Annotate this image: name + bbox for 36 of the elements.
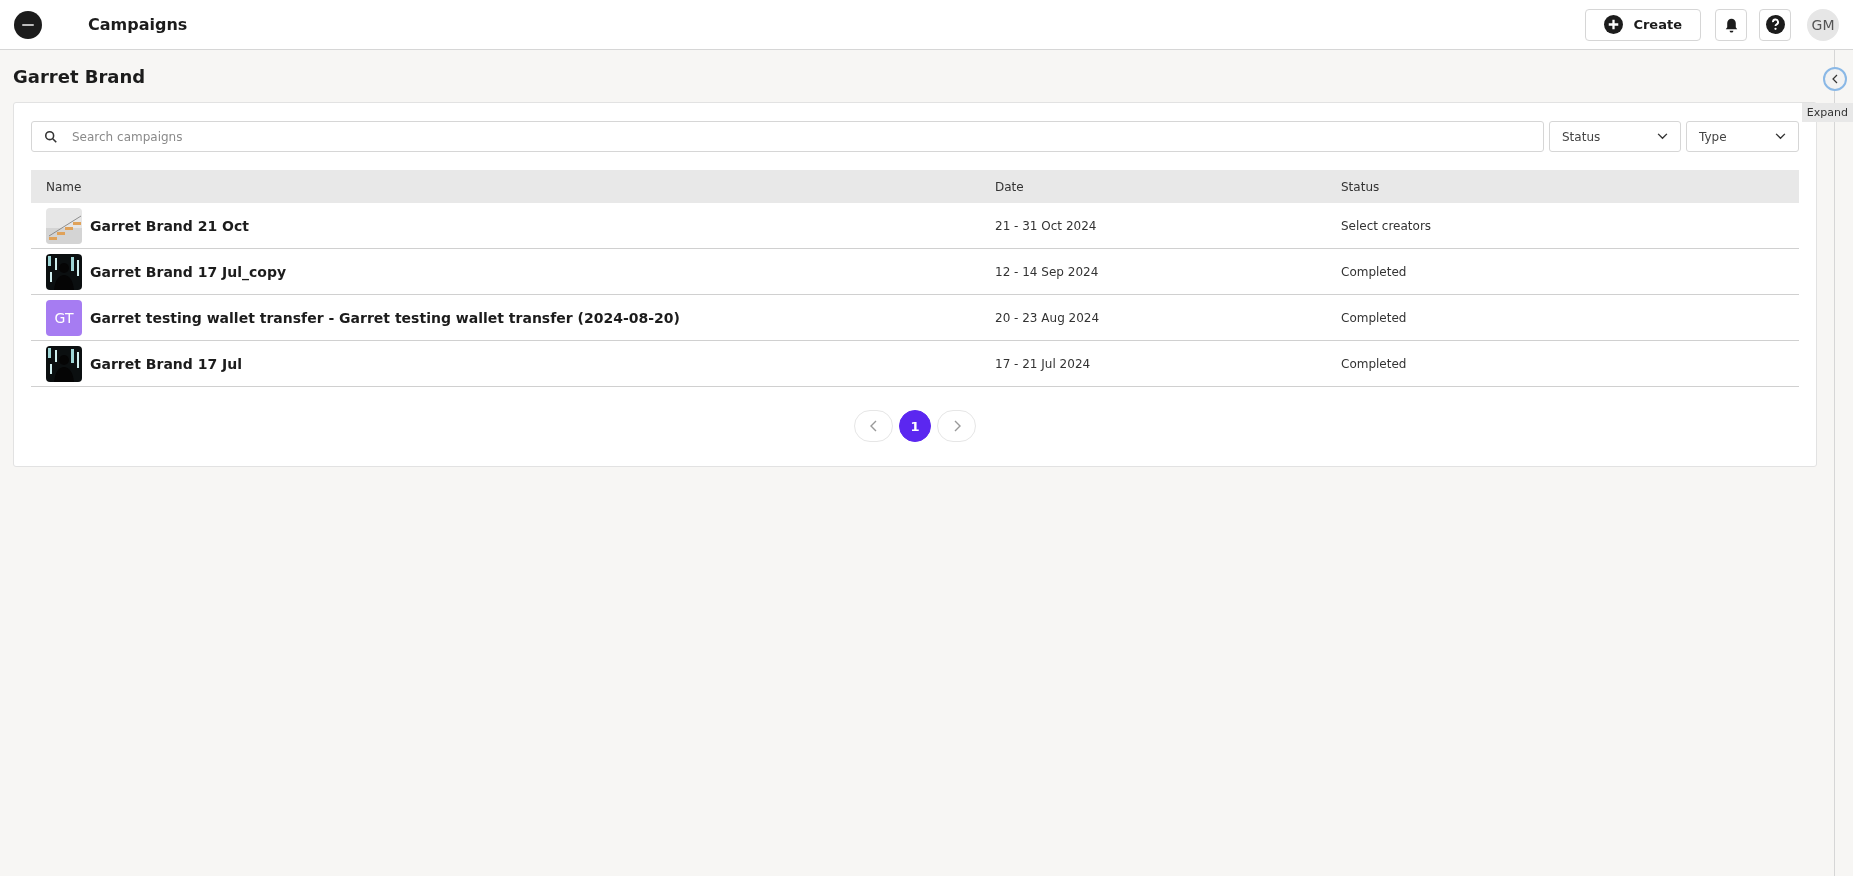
campaign-date: 21 - 31 Oct 2024 [995,218,1097,233]
campaign-name[interactable]: Garret Brand 21 Oct [90,217,249,234]
chevron-left-icon [1832,74,1838,84]
campaign-status: Completed [1341,356,1407,371]
search-icon [44,130,58,144]
plus-icon [1604,15,1624,34]
filter-dropdown[interactable]: Status [1549,121,1681,152]
help-icon [1765,15,1785,34]
filter-dropdown[interactable]: Type [1686,121,1799,152]
campaign-date: 12 - 14 Sep 2024 [995,264,1099,279]
campaign-name[interactable]: Garret Brand 17 Jul_copy [90,263,287,280]
chevron-down-icon [1775,133,1786,140]
campaign-name[interactable]: Garret testing wallet transfer - Garret testing wallet transfer (2024-08-20) [90,309,680,326]
chevron-left-icon [869,420,878,432]
create-button[interactable]: Create [1585,8,1701,41]
page-button[interactable]: 1 [899,410,931,442]
search-field[interactable]: Search campaigns [31,121,1544,152]
notifications-button[interactable] [1715,8,1747,41]
campaign-date: 17 - 21 Jul 2024 [995,356,1091,371]
help-button[interactable] [1759,8,1791,41]
column-header: Date [995,179,1024,194]
column-header: Name [46,179,82,194]
column-header: Status [1341,179,1380,194]
campaign-status: Completed [1341,310,1407,325]
logo-icon[interactable] [14,10,42,39]
page-heading: Campaigns [88,15,188,34]
user-avatar[interactable]: GM [1807,8,1839,41]
campaign-name[interactable]: Garret Brand 17 Jul [90,355,243,372]
brand-title: Garret Brand [13,66,147,87]
chevron-down-icon [1657,133,1668,140]
campaign-status: Completed [1341,264,1407,279]
tooltip: Expand [1801,103,1853,122]
campaign-date: 20 - 23 Aug 2024 [995,310,1100,325]
chevron-right-icon [952,420,961,432]
campaign-status: Select creators [1341,218,1432,233]
initials-avatar: GT [46,299,82,336]
